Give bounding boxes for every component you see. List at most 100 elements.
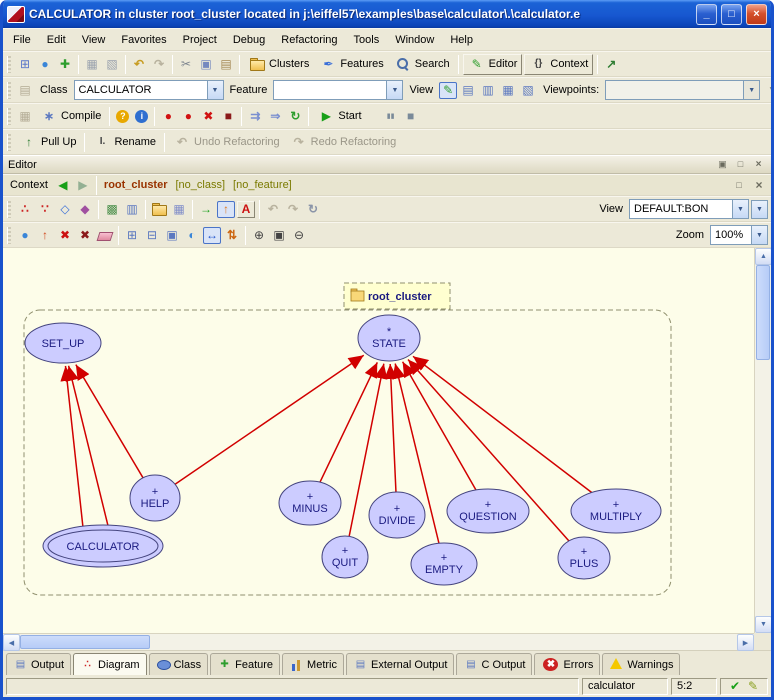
context-mode-button[interactable]: {} Context [524, 54, 593, 75]
context-back-icon[interactable]: ◀ [54, 177, 72, 194]
inheritance-edge-minus-state[interactable] [320, 362, 377, 482]
diagram-view-menu-button[interactable]: ▼ [751, 200, 768, 219]
horizontal-scrollbar[interactable]: ◀ ▶ [3, 633, 754, 650]
feature-combo-dropdown-icon[interactable]: ▼ [386, 81, 402, 99]
stop-compile-icon[interactable]: ■ [219, 108, 237, 125]
new-window-icon[interactable]: ⊞ [16, 56, 34, 73]
redo-refactoring-button[interactable]: ↷ Redo Refactoring [286, 133, 401, 152]
inheritance-edge-multiply-state[interactable] [413, 356, 592, 492]
context-close-icon[interactable]: × [750, 177, 768, 194]
scroll-right-button[interactable]: ▶ [737, 634, 754, 651]
eraser-tool-icon[interactable] [96, 227, 114, 244]
toolbar-grip[interactable] [7, 201, 11, 218]
vertical-scroll-thumb[interactable] [756, 265, 770, 360]
diagram-history-icon[interactable]: ↻ [304, 201, 322, 218]
quick-melt-icon[interactable]: ● [179, 108, 197, 125]
search-button[interactable]: Search [390, 55, 454, 74]
inheritance-link-icon[interactable]: ◇ [56, 201, 74, 218]
layout-grid-icon[interactable]: ⊞ [123, 227, 141, 244]
rename-button[interactable]: I. Rename [89, 133, 160, 152]
remove-anchor-icon[interactable]: ✖ [76, 227, 94, 244]
toolbar-grip[interactable] [7, 227, 11, 244]
menu-item-refactoring[interactable]: Refactoring [274, 31, 344, 49]
redo-icon[interactable]: ↷ [150, 56, 168, 73]
cut-icon[interactable]: ✂ [177, 56, 195, 73]
minimize-button[interactable]: _ [696, 4, 717, 25]
diagram-redo-icon[interactable]: ↷ [284, 201, 302, 218]
layout-circle-icon[interactable]: ◐ [183, 227, 201, 244]
tab-c-output[interactable]: ▤ C Output [456, 653, 532, 675]
diagram-node-quit[interactable]: +QUIT [322, 536, 368, 578]
context-maximize-icon[interactable]: □ [730, 177, 748, 194]
zoom-fit-icon[interactable]: ▣ [270, 227, 288, 244]
tab-class[interactable]: Class [149, 653, 209, 675]
zoom-in-icon[interactable]: ⊕ [250, 227, 268, 244]
start-button[interactable]: ▶ Start [313, 107, 365, 126]
feature-combo[interactable]: ▼ [273, 80, 403, 100]
tab-external-output[interactable]: ▤ External Output [346, 653, 454, 675]
diagram-node-calculator[interactable]: CALCULATOR [43, 525, 163, 567]
save-icon[interactable]: ▦ [83, 56, 101, 73]
diagram-canvas[interactable]: root_clusterSET_UP*STATE+HELPCALCULATOR+… [3, 248, 754, 633]
zoom-combo[interactable]: 100% ▼ [710, 225, 768, 245]
title-bar[interactable]: CALCULATOR in cluster root_cluster locat… [3, 0, 771, 28]
diagram-node-minus[interactable]: +MINUS [279, 481, 341, 525]
diagram-node-question[interactable]: +QUESTION [447, 489, 529, 533]
menu-item-tools[interactable]: Tools [347, 31, 387, 49]
melt-icon[interactable]: ● [159, 108, 177, 125]
zoom-out-icon[interactable]: ⊖ [290, 227, 308, 244]
metrics-grid-icon[interactable]: ▦ [16, 108, 34, 125]
scroll-down-button[interactable]: ▼ [755, 616, 772, 633]
sort-links-icon[interactable]: ⇅ [223, 227, 241, 244]
tab-errors[interactable]: ✖ Errors [534, 653, 600, 675]
maximize-pane-icon[interactable]: □ [733, 156, 748, 173]
scroll-up-button[interactable]: ▲ [755, 248, 772, 265]
tab-metric[interactable]: Metric [282, 653, 344, 675]
layout-compact-icon[interactable]: ⊟ [143, 227, 161, 244]
diagram-view-combo[interactable]: DEFAULT:BON ▼ [629, 199, 749, 219]
editor-mode-button[interactable]: ✎ Editor [463, 54, 523, 75]
maximize-button[interactable]: □ [721, 4, 742, 25]
tab-output[interactable]: ▤ Output [6, 653, 71, 675]
diagram-node-set_up[interactable]: SET_UP [25, 323, 101, 363]
freeze-icon[interactable]: ⇉ [246, 108, 264, 125]
diagram-folder-icon[interactable] [150, 201, 168, 218]
toolbar-grip[interactable] [7, 134, 11, 151]
ancestor-level-icon[interactable]: ↑ [217, 201, 235, 218]
float-pane-icon[interactable]: ▣ [715, 156, 730, 173]
diagram-node-state[interactable]: *STATE [358, 315, 420, 361]
viewpoints-combo-dropdown-icon[interactable]: ▼ [743, 81, 759, 99]
client-link-icon[interactable]: ◆ [76, 201, 94, 218]
diagram-node-plus[interactable]: +PLUS [558, 537, 610, 579]
discard-melt-icon[interactable]: ✖ [199, 108, 217, 125]
new-class-tool-icon[interactable]: ● [16, 227, 34, 244]
two-way-links-icon[interactable]: ↔ [203, 227, 221, 244]
diagram-node-divide[interactable]: +DIVIDE [369, 492, 425, 538]
menu-item-favorites[interactable]: Favorites [114, 31, 173, 49]
info-icon[interactable]: i [135, 110, 148, 123]
diagram-node-multiply[interactable]: +MULTIPLY [571, 489, 661, 533]
class-relations-icon[interactable]: ∴ [16, 201, 34, 218]
paste-icon[interactable]: ▤ [217, 56, 235, 73]
tab-warnings[interactable]: Warnings [602, 653, 680, 675]
undo-refactoring-button[interactable]: ↶ Undo Refactoring [169, 133, 284, 152]
new-link-tool-icon[interactable]: ↑ [36, 227, 54, 244]
pause-icon[interactable]: ▮▮ [382, 108, 400, 125]
clusters-button[interactable]: Clusters [244, 55, 313, 74]
export-image-icon[interactable]: ▩ [103, 201, 121, 218]
scroll-left-button[interactable]: ◀ [3, 634, 20, 651]
close-button[interactable]: × [746, 4, 767, 25]
inheritance-edge-question-state[interactable] [403, 362, 476, 490]
toolbar-overflow-icon[interactable]: ▼ [764, 82, 774, 99]
finalize-icon[interactable]: ⇒ [266, 108, 284, 125]
toolbar-grip[interactable] [7, 82, 11, 99]
menu-item-edit[interactable]: Edit [40, 31, 73, 49]
horizontal-scroll-thumb[interactable] [20, 635, 150, 649]
diagram-undo-icon[interactable]: ↶ [264, 201, 282, 218]
view-editor-icon[interactable]: ✎ [439, 82, 457, 99]
open-project-icon[interactable]: ● [36, 56, 54, 73]
features-button[interactable]: ✒ Features [315, 55, 387, 74]
menu-item-file[interactable]: File [6, 31, 38, 49]
toolbar-grip[interactable] [7, 108, 11, 125]
external-editor-icon[interactable]: ↗ [602, 56, 620, 73]
